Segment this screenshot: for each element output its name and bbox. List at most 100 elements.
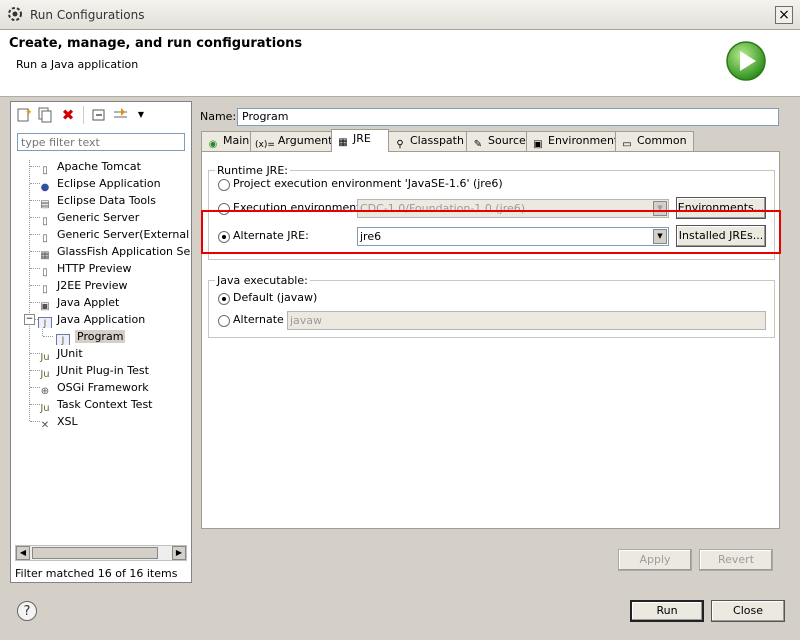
xsl-icon: ✕ [40, 420, 50, 430]
tree-item-label: Task Context Test [57, 398, 153, 411]
alternate-exec-field[interactable]: javaw [287, 311, 766, 330]
run-logo-icon [725, 40, 767, 82]
tree-item[interactable]: ▯ Apache Tomcat [38, 158, 190, 175]
exec-env-label: Execution environment: [233, 201, 365, 214]
tree-item[interactable]: ▦ GlassFish Application Serve [38, 243, 190, 260]
environments-button[interactable]: Environments... [676, 197, 766, 219]
filter-input[interactable] [17, 133, 185, 151]
tree-item-label: HTTP Preview [57, 262, 132, 275]
tree-item-label: Java Application [57, 313, 146, 326]
dropdown-icon[interactable]: ▼ [133, 107, 149, 123]
source-tab-icon: ✎ [473, 139, 483, 150]
tab-jre[interactable]: ▦ JRE [331, 129, 389, 152]
scroll-right-icon[interactable]: ▶ [172, 546, 186, 560]
title-bar: Run Configurations × [0, 0, 800, 30]
filter-icon[interactable] [113, 107, 129, 123]
scroll-left-icon[interactable]: ◀ [16, 546, 30, 560]
collapse-toggle-icon[interactable]: − [24, 314, 35, 325]
tree-item-label: OSGi Framework [57, 381, 149, 394]
apply-button[interactable]: Apply [618, 549, 692, 571]
tree-item-label: Program [75, 330, 126, 343]
tree-item[interactable]: ⊕ OSGi Framework [38, 379, 190, 396]
osgi-icon: ⊕ [40, 386, 50, 396]
exec-env-value: CDC-1.0/Foundation-1.0 (jre6) [360, 202, 526, 215]
tree-item-label: Generic Server [57, 211, 140, 224]
tab-label: Main [223, 134, 250, 147]
tree-item[interactable]: ▯ Generic Server [38, 209, 190, 226]
alternate-exec-label: Alternate [233, 313, 284, 326]
tab-main[interactable]: ◉ Main [201, 131, 251, 151]
chevron-down-icon[interactable]: ▼ [653, 201, 667, 216]
tree-item[interactable]: ▤ Eclipse Data Tools [38, 192, 190, 209]
tree-item[interactable]: Ju JUnit Plug-in Test [38, 362, 190, 379]
svg-text:✦: ✦ [25, 108, 31, 118]
runtime-jre-legend: Runtime JRE: [217, 164, 288, 177]
tree-item[interactable]: J Java Application [38, 311, 190, 328]
collapse-all-icon[interactable] [91, 107, 107, 123]
tree-item-label: JUnit Plug-in Test [57, 364, 149, 377]
jre-tab-content: Runtime JRE: Project execution environme… [201, 151, 780, 529]
tab-common[interactable]: ▭ Common [615, 131, 694, 151]
tab-arguments[interactable]: (x)= Arguments [250, 131, 338, 151]
tree-item[interactable]: ▯ Generic Server(External La [38, 226, 190, 243]
installed-jres-button[interactable]: Installed JREs... [676, 225, 766, 247]
eclipse-icon: ● [40, 182, 50, 192]
exec-env-radio[interactable] [218, 203, 230, 215]
tree-item-label: J2EE Preview [57, 279, 128, 292]
exec-env-select[interactable]: CDC-1.0/Foundation-1.0 (jre6) ▼ [357, 199, 669, 218]
default-javaw-radio[interactable] [218, 293, 230, 305]
name-field[interactable]: Program [237, 108, 779, 126]
tab-label: Arguments [277, 134, 339, 147]
revert-button[interactable]: Revert [699, 549, 773, 571]
delete-icon[interactable]: ✖ [60, 107, 76, 123]
scroll-thumb[interactable] [32, 547, 158, 559]
tab-classpath[interactable]: ⚲ Classpath [388, 131, 467, 151]
banner-title: Create, manage, and run configurations [9, 36, 303, 51]
close-icon[interactable]: × [775, 6, 793, 24]
project-env-label: Project execution environment 'JavaSE-1.… [233, 177, 503, 190]
environment-tab-icon: ▣ [533, 139, 543, 150]
tree-item-label: GlassFish Application Serve [57, 245, 190, 258]
help-icon[interactable]: ? [17, 601, 37, 621]
tree-item[interactable]: J Program [56, 328, 176, 345]
tree-item[interactable]: ✕ XSL [38, 413, 190, 430]
filter-status: Filter matched 16 of 16 items [15, 567, 178, 580]
tab-source[interactable]: ✎ Source [466, 131, 527, 151]
alternate-jre-value: jre6 [360, 230, 382, 243]
java-app-icon: J [56, 334, 70, 345]
glassfish-icon: ▦ [40, 250, 50, 260]
alternate-jre-label: Alternate JRE: [233, 229, 309, 242]
common-tab-icon: ▭ [622, 139, 632, 150]
config-tree-panel: ✦ ✖ ▼ ▯ Apache Tomcat ● Eclipse Application… [10, 101, 192, 583]
banner-subtitle: Run a Java application [16, 58, 139, 71]
tree-item[interactable]: Ju Task Context Test [38, 396, 190, 413]
tree-item[interactable]: ● Eclipse Application [38, 175, 190, 192]
tree-item-label: Eclipse Application [57, 177, 161, 190]
toolbar-separator [83, 106, 84, 124]
new-config-icon[interactable]: ✦ [15, 107, 33, 123]
default-javaw-label: Default (javaw) [233, 291, 318, 304]
tree-item[interactable]: ▯ J2EE Preview [38, 277, 190, 294]
close-button[interactable]: Close [711, 600, 785, 622]
project-env-radio[interactable] [218, 179, 230, 191]
chevron-down-icon[interactable]: ▼ [653, 229, 667, 244]
alternate-jre-select[interactable]: jre6 ▼ [357, 227, 669, 246]
eclipse-app-icon [7, 6, 23, 22]
tree-item[interactable]: ▯ HTTP Preview [38, 260, 190, 277]
tree-item[interactable]: ▣ Java Applet [38, 294, 190, 311]
junit-icon: Ju [40, 352, 50, 362]
horizontal-scrollbar[interactable]: ◀ ▶ [15, 545, 187, 561]
alternate-jre-radio[interactable] [218, 231, 230, 243]
tree-item-label: Generic Server(External La [57, 228, 190, 241]
tab-environment[interactable]: ▣ Environment [526, 131, 619, 151]
tree-item-label: Eclipse Data Tools [57, 194, 156, 207]
run-button[interactable]: Run [630, 600, 704, 622]
tomcat-icon: ▯ [42, 165, 48, 175]
tree-item[interactable]: Ju JUnit [38, 345, 190, 362]
duplicate-icon[interactable] [37, 107, 53, 123]
tree-item-label: XSL [57, 415, 78, 428]
tab-label: Environment [548, 134, 619, 147]
tree-item-label: Apache Tomcat [57, 160, 141, 173]
tree-item-label: JUnit [57, 347, 83, 360]
alternate-exec-radio[interactable] [218, 315, 230, 327]
